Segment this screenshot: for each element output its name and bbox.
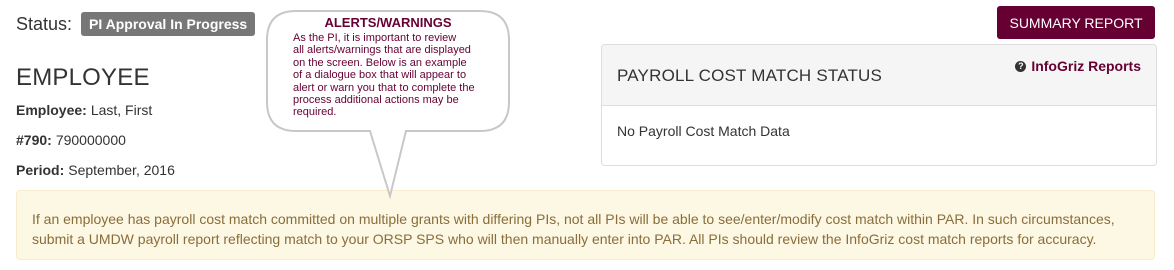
callout-bubble: ALERTS/WARNINGS As the PI, it is importa… bbox=[266, 10, 510, 200]
employee-value: Last, First bbox=[90, 102, 153, 118]
alert-line-1: If an employee has payroll cost match co… bbox=[32, 211, 1115, 227]
question-circle-icon: ? bbox=[1015, 60, 1027, 72]
status-badge: PI Approval In Progress bbox=[81, 12, 256, 36]
employee-field: Employee: Last, First bbox=[16, 102, 152, 118]
callout-line: all alerts/warnings that are displayed bbox=[293, 44, 471, 57]
callout-line: on the screen. Below is an example bbox=[293, 56, 467, 69]
payroll-cost-match-panel: PAYROLL COST MATCH STATUS ? InfoGriz Rep… bbox=[601, 44, 1157, 166]
infogriz-reports-label: InfoGriz Reports bbox=[1031, 58, 1141, 74]
id-label: #790: bbox=[16, 132, 52, 148]
id-value: 790000000 bbox=[55, 132, 126, 148]
status-row: Status: PI Approval In Progress bbox=[16, 12, 256, 36]
callout-line: As the PI, it is important to review bbox=[293, 32, 457, 44]
callout-title: ALERTS/WARNINGS bbox=[324, 15, 452, 30]
alert-line-2: submit a UMDW payroll report reflecting … bbox=[32, 231, 1097, 247]
panel-title: PAYROLL COST MATCH STATUS bbox=[617, 66, 883, 85]
callout-line: process additional actions may be bbox=[293, 94, 459, 107]
period-field: Period: September, 2016 bbox=[16, 162, 175, 178]
infogriz-reports-link[interactable]: ? InfoGriz Reports bbox=[1015, 58, 1141, 74]
callout-line: of a dialogue box that will appear to bbox=[293, 69, 467, 82]
panel-header: PAYROLL COST MATCH STATUS ? InfoGriz Rep… bbox=[602, 45, 1156, 106]
callout-text: As the PI, it is important to review all… bbox=[293, 32, 493, 119]
status-label: Status: bbox=[16, 13, 73, 34]
employee-label: Employee: bbox=[16, 102, 87, 118]
callout-line: required. bbox=[293, 106, 337, 119]
period-value: September, 2016 bbox=[68, 162, 175, 178]
panel-body-text: No Payroll Cost Match Data bbox=[617, 123, 790, 139]
employee-heading: EMPLOYEE bbox=[16, 64, 150, 91]
period-label: Period: bbox=[16, 162, 65, 178]
id-field: #790: 790000000 bbox=[16, 132, 126, 148]
summary-report-button[interactable]: SUMMARY REPORT bbox=[997, 6, 1155, 39]
callout-line: alert or warn you that to complete the bbox=[293, 81, 475, 94]
warning-alert: If an employee has payroll cost match co… bbox=[16, 190, 1155, 260]
